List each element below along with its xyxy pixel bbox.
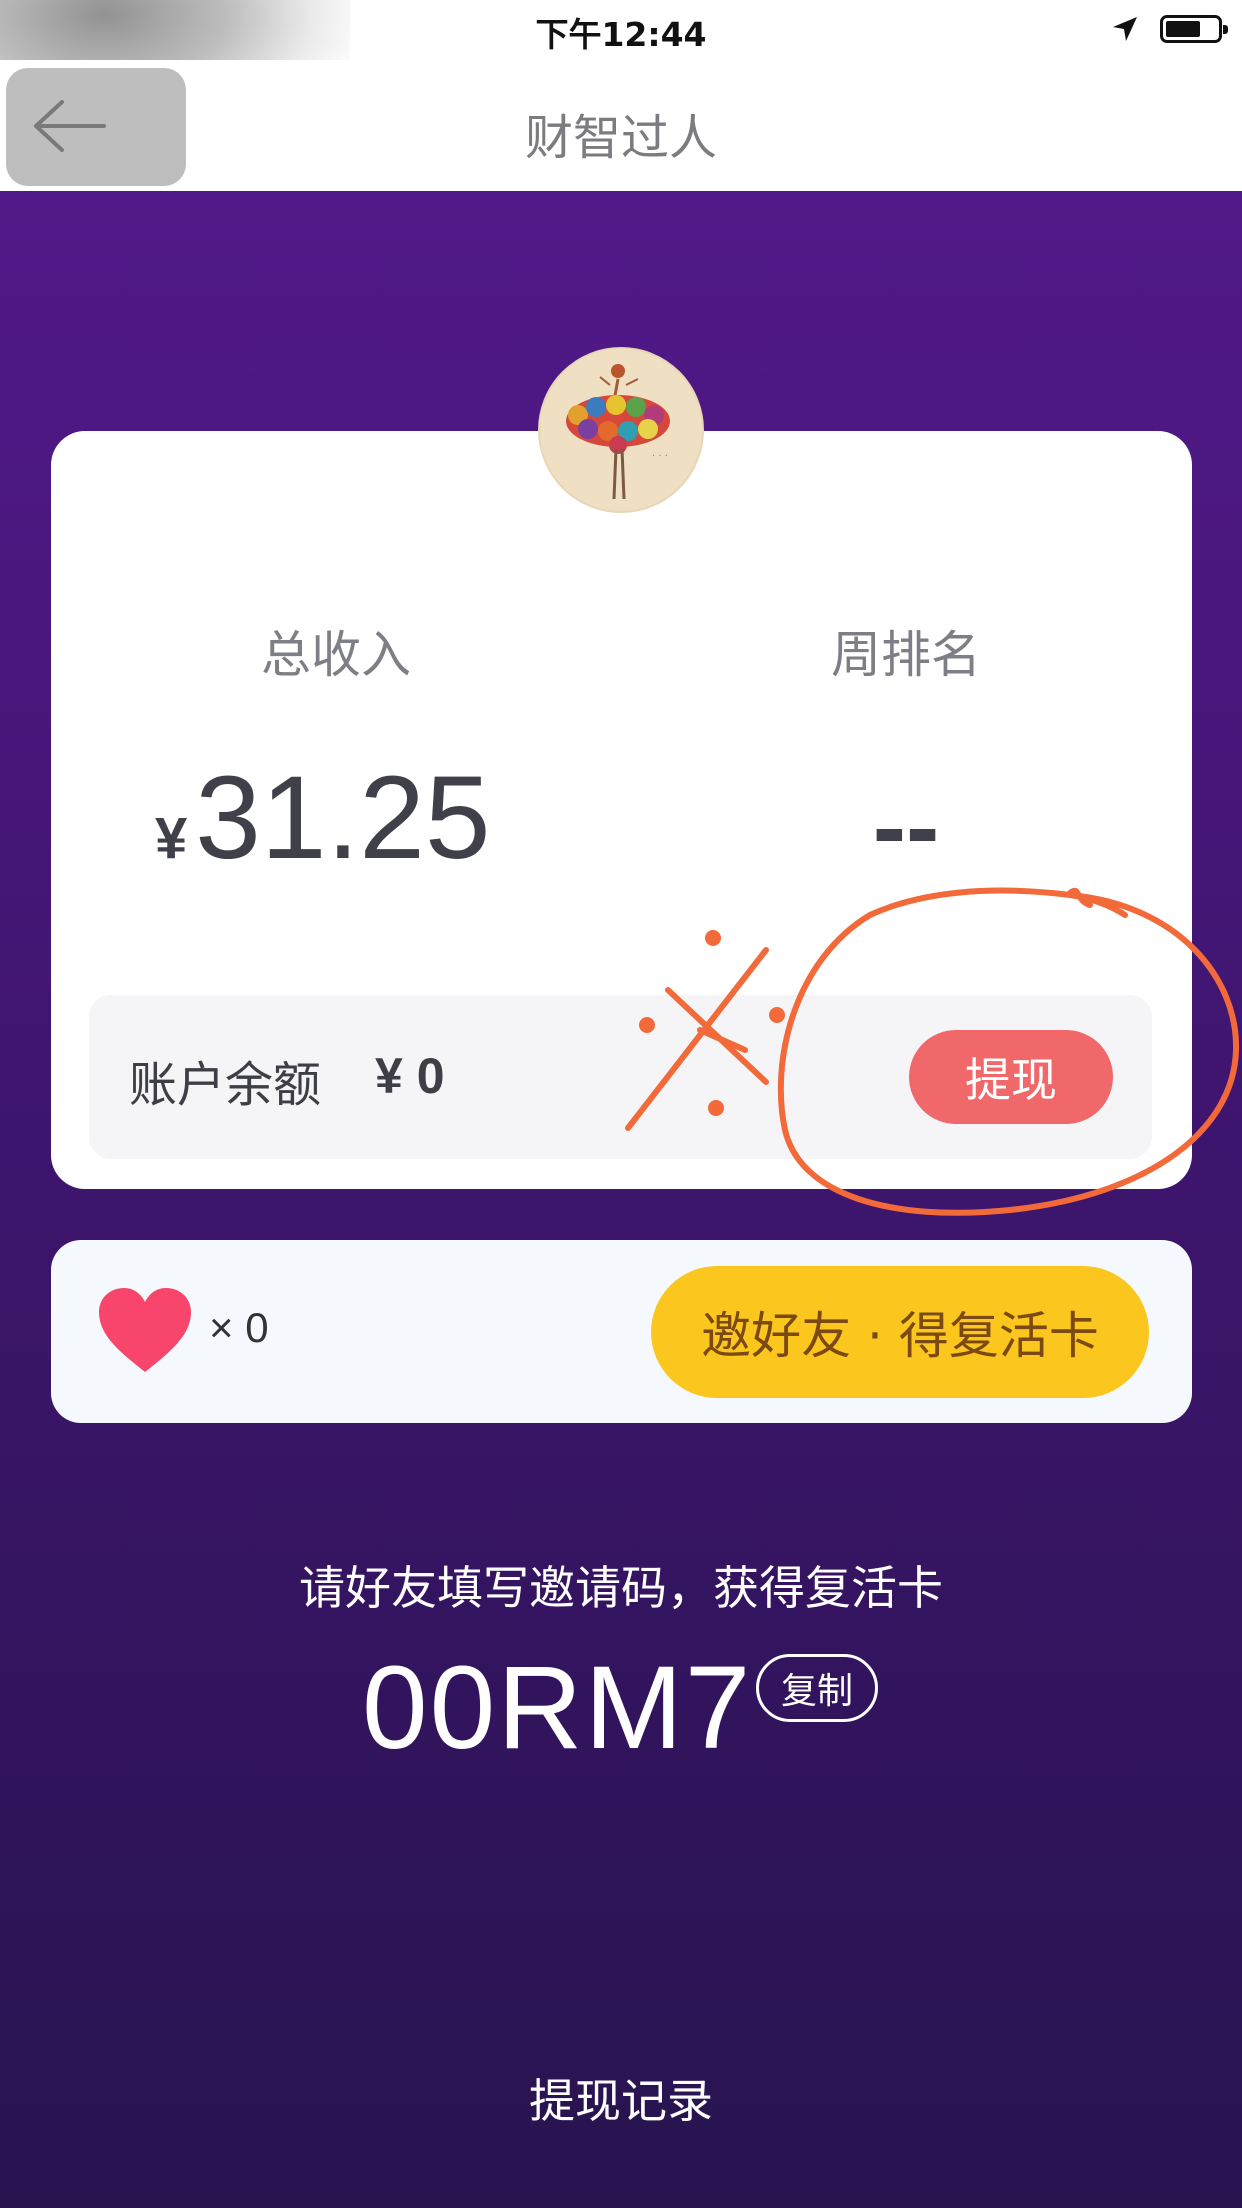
total-income-value: ¥31.25 bbox=[155, 750, 491, 886]
copy-code-button[interactable]: 复制 bbox=[756, 1654, 878, 1722]
withdrawal-records-link[interactable]: 提现记录 bbox=[0, 2065, 1242, 2131]
back-button[interactable] bbox=[6, 68, 186, 186]
weekly-rank-label: 周排名 bbox=[831, 626, 981, 684]
resurrection-card-count: × 0 bbox=[209, 1304, 269, 1351]
back-arrow-icon bbox=[34, 100, 106, 152]
account-balance-label: 账户余额 bbox=[129, 1057, 322, 1113]
invite-code-hint: 请好友填写邀请码，获得复活卡 bbox=[299, 1561, 943, 1615]
svg-text:· · ·: · · · bbox=[652, 451, 668, 462]
page-title: 财智过人 bbox=[524, 110, 717, 166]
currency-symbol: ¥ bbox=[155, 806, 188, 871]
resurrection-card-panel: × 0 邀好友 · 得复活卡 bbox=[51, 1240, 1192, 1423]
user-avatar[interactable]: · · · bbox=[538, 347, 704, 513]
location-arrow-icon bbox=[1113, 17, 1137, 41]
nav-bar: 财智过人 bbox=[0, 60, 1242, 191]
account-balance-value: ¥ 0 bbox=[375, 1048, 445, 1104]
invite-code-row: 00RM7 复制 bbox=[0, 1640, 1242, 1774]
avatar-illustration: · · · bbox=[540, 349, 702, 511]
invite-code: 00RM7 bbox=[362, 1642, 753, 1774]
heart-icon bbox=[99, 1288, 191, 1372]
total-income-label: 总收入 bbox=[261, 626, 411, 684]
invite-friends-button[interactable]: 邀好友 · 得复活卡 bbox=[651, 1266, 1149, 1398]
weekly-rank-value: -- bbox=[872, 771, 940, 883]
account-balance-row: 账户余额 ¥ 0 提现 bbox=[89, 995, 1152, 1159]
withdraw-button[interactable]: 提现 bbox=[909, 1030, 1113, 1124]
battery-icon bbox=[1160, 15, 1228, 43]
total-income-amount: 31.25 bbox=[195, 752, 491, 884]
